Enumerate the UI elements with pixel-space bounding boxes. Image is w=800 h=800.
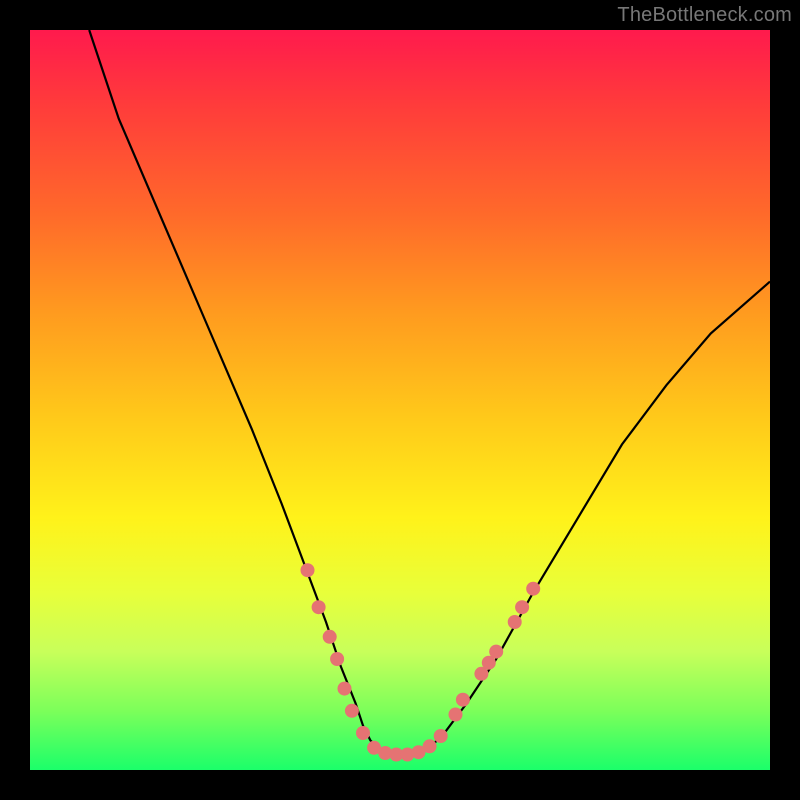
curve-marker [345, 704, 359, 718]
curve-marker [338, 682, 352, 696]
marker-group [301, 563, 541, 761]
curve-marker [330, 652, 344, 666]
curve-marker [515, 600, 529, 614]
chart-frame: TheBottleneck.com [0, 0, 800, 800]
curve-marker [423, 739, 437, 753]
watermark-text: TheBottleneck.com [617, 4, 792, 27]
curve-marker [449, 708, 463, 722]
curve-marker [456, 693, 470, 707]
curve-marker [356, 726, 370, 740]
curve-marker [301, 563, 315, 577]
curve-svg [30, 30, 770, 770]
bottleneck-curve [89, 30, 770, 755]
curve-marker [508, 615, 522, 629]
curve-marker [312, 600, 326, 614]
plot-area [30, 30, 770, 770]
curve-marker [526, 582, 540, 596]
curve-marker [489, 645, 503, 659]
curve-marker [323, 630, 337, 644]
curve-marker [434, 729, 448, 743]
